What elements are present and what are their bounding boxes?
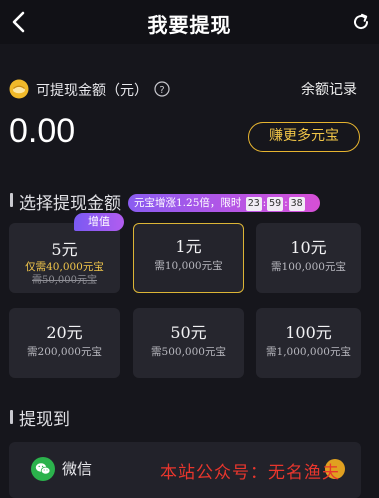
option-amount: 1元 (175, 237, 202, 256)
option-amount: 20元 (46, 323, 83, 342)
amount-option-50[interactable]: 50元 需500,000元宝 (133, 308, 244, 378)
coin-icon (9, 79, 29, 99)
earn-more-button[interactable]: 赚更多元宝 (248, 122, 360, 152)
bonus-badge: 增值 (74, 213, 124, 231)
withdrawable-amount-label: 可提现金额（元） (36, 83, 148, 99)
option-requirement: 需100,000元宝 (271, 261, 346, 273)
withdrawable-amount: 0.00 (9, 112, 76, 150)
section-marker (10, 410, 13, 424)
promo-banner: 元宝增涨1.25倍，限时 23:59:38 (128, 194, 320, 212)
amount-option-20[interactable]: 20元 需200,000元宝 (9, 308, 120, 378)
option-requirement: 仅需40,000元宝 (25, 261, 104, 273)
amount-option-10[interactable]: 10元 需100,000元宝 (256, 223, 361, 293)
help-icon[interactable]: ? (154, 81, 170, 97)
payment-method-label: 微信 (62, 460, 93, 478)
option-original-requirement: 需50,000元宝 (32, 275, 97, 286)
option-requirement: 需1,000,000元宝 (266, 346, 351, 358)
timer-seconds: 38 (288, 197, 305, 211)
timer-minutes: 59 (267, 197, 284, 211)
balance-history-link[interactable]: 余额记录 (301, 79, 357, 99)
option-amount: 5元 (51, 240, 78, 259)
section-marker (10, 193, 13, 207)
option-amount: 10元 (290, 238, 327, 257)
amount-option-5[interactable]: 5元 仅需40,000元宝 需50,000元宝 (9, 223, 120, 293)
option-requirement: 需200,000元宝 (27, 346, 102, 358)
top-bar: 我要提现 (0, 0, 379, 44)
amount-option-100[interactable]: 100元 需1,000,000元宝 (256, 308, 361, 378)
select-amount-title: 选择提现金额 (19, 194, 121, 214)
refresh-icon[interactable] (351, 12, 371, 32)
option-amount: 50元 (170, 323, 207, 342)
option-requirement: 需500,000元宝 (151, 346, 226, 358)
svg-text:?: ? (159, 85, 164, 96)
promo-text: 元宝增涨1.25倍，限时 (134, 197, 242, 209)
amount-option-1[interactable]: 1元 需10,000元宝 (133, 223, 244, 293)
option-amount: 100元 (285, 323, 332, 342)
withdraw-to-title: 提现到 (19, 410, 70, 430)
page-title: 我要提现 (147, 13, 232, 37)
watermark-text: 本站公众号：无名渔夫 (160, 463, 340, 483)
option-requirement: 需10,000元宝 (154, 260, 223, 272)
wechat-icon (31, 457, 55, 481)
timer-hours: 23 (245, 197, 262, 211)
